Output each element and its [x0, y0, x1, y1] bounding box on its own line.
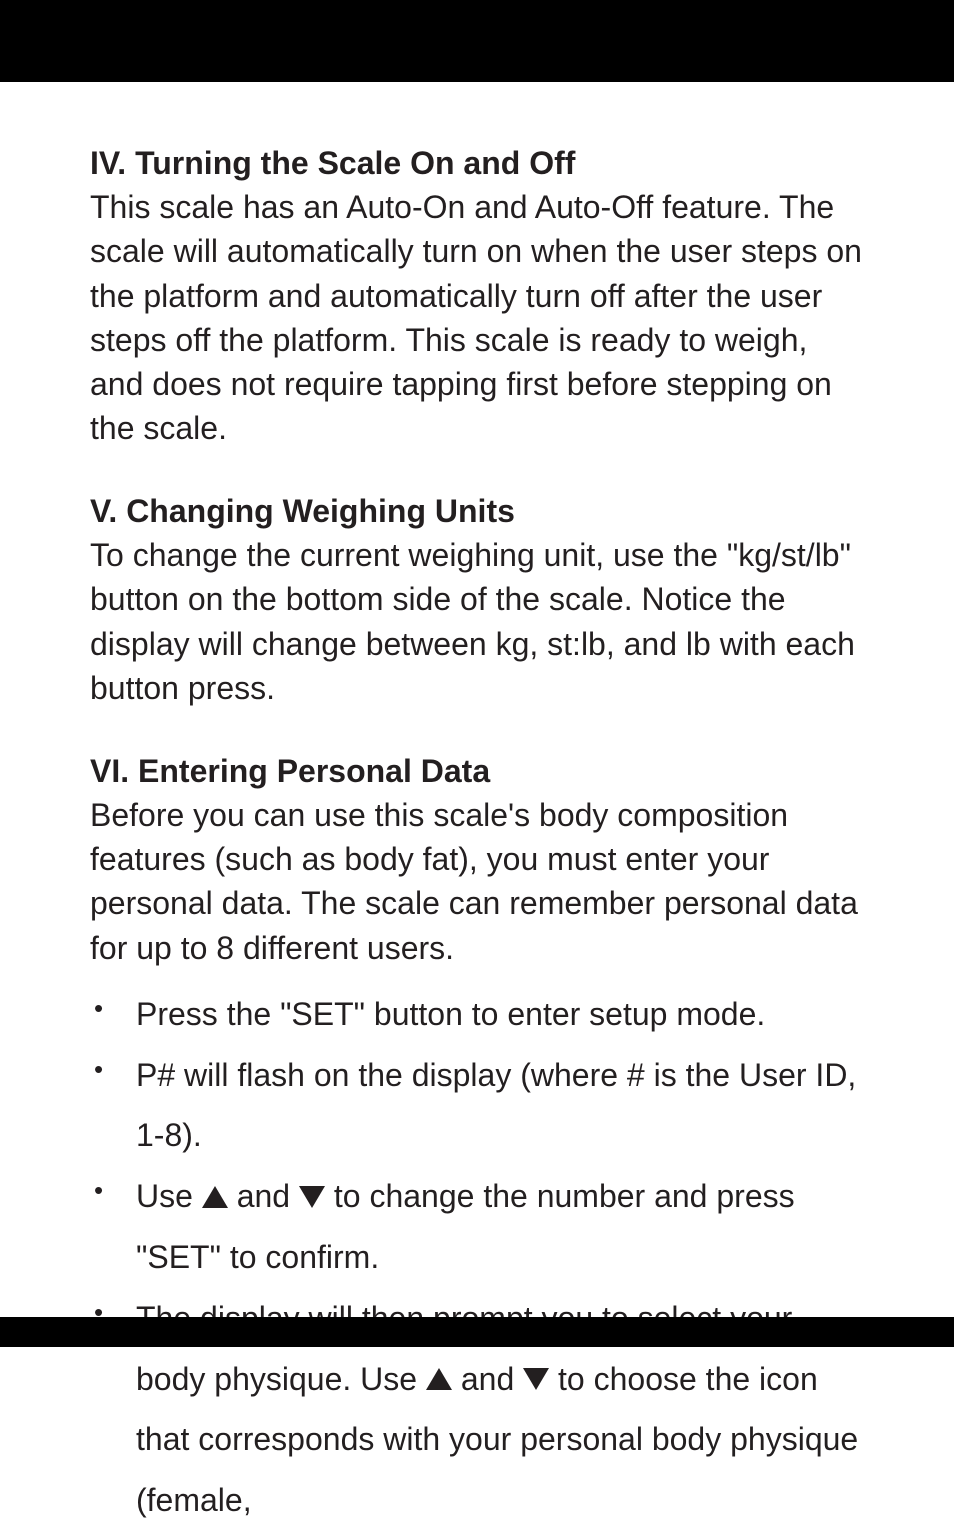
- section-iv: IV. Turning the Scale On and Off This sc…: [90, 142, 864, 450]
- list-item-text-mid: and: [452, 1361, 523, 1397]
- down-arrow-icon: [523, 1368, 549, 1390]
- section-vi-heading: VI. Entering Personal Data: [90, 750, 864, 793]
- section-vi: VI. Entering Personal Data Before you ca…: [90, 750, 864, 1531]
- list-item: Use and to change the number and press "…: [90, 1166, 864, 1288]
- footer-bar: [0, 1317, 954, 1347]
- list-item-text-mid: and: [228, 1178, 299, 1214]
- down-arrow-icon: [299, 1186, 325, 1208]
- section-vi-body: Before you can use this scale's body com…: [90, 793, 864, 970]
- section-v: V. Changing Weighing Units To change the…: [90, 490, 864, 710]
- section-iv-heading: IV. Turning the Scale On and Off: [90, 142, 864, 185]
- instruction-list: Press the "SET" button to enter setup mo…: [90, 984, 864, 1531]
- up-arrow-icon: [426, 1368, 452, 1390]
- page-content: IV. Turning the Scale On and Off This sc…: [0, 82, 954, 1531]
- section-iv-body: This scale has an Auto-On and Auto-Off f…: [90, 185, 864, 450]
- list-item-text: Press the "SET" button to enter setup mo…: [136, 996, 765, 1032]
- list-item-text: P# will flash on the display (where # is…: [136, 1057, 856, 1154]
- list-item-text-pre: Use: [136, 1178, 202, 1214]
- section-v-heading: V. Changing Weighing Units: [90, 490, 864, 533]
- section-v-body: To change the current weighing unit, use…: [90, 533, 864, 710]
- list-item: P# will flash on the display (where # is…: [90, 1045, 864, 1167]
- up-arrow-icon: [202, 1186, 228, 1208]
- list-item: Press the "SET" button to enter setup mo…: [90, 984, 864, 1045]
- header-bar: [0, 0, 954, 82]
